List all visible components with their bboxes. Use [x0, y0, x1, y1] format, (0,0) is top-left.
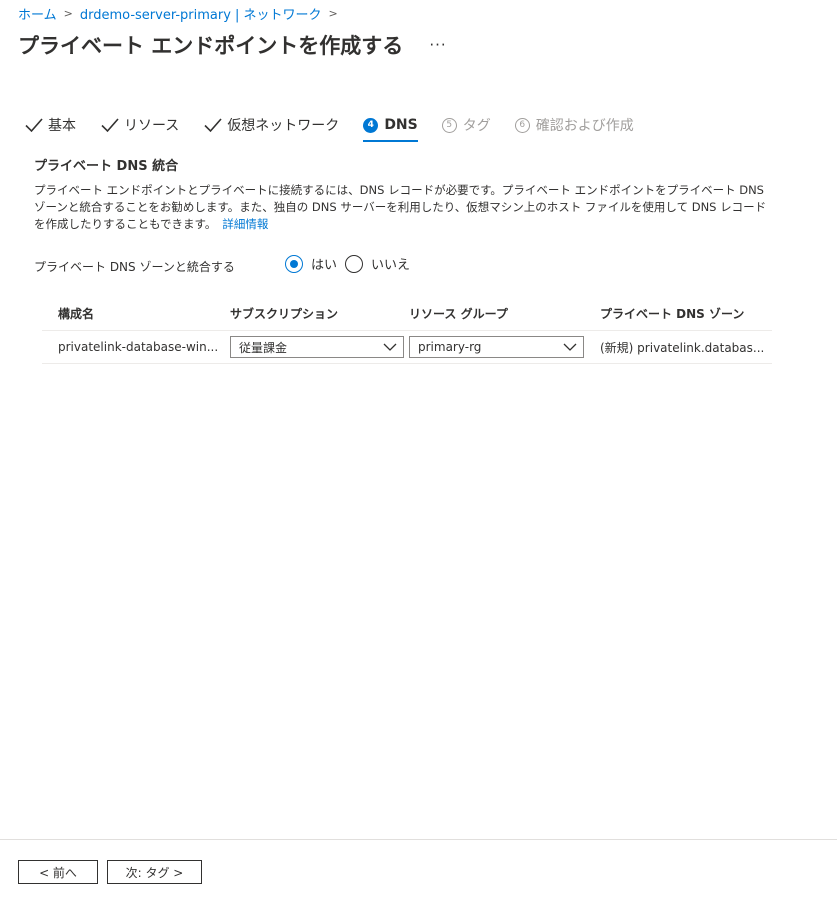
radio-no[interactable]: いいえ	[345, 254, 410, 273]
chevron-down-icon	[383, 343, 397, 351]
column-header-resource-group: リソース グループ	[409, 306, 508, 321]
tab-dns[interactable]: 4 DNS	[363, 112, 419, 142]
next-tags-button[interactable]: 次: タグ >	[107, 860, 202, 884]
tab-basics[interactable]: 基本	[24, 112, 76, 138]
chevron-right-icon: >	[328, 6, 338, 20]
column-header-dns-zone: プライベート DNS ゾーン	[600, 306, 745, 321]
tab-tags[interactable]: 5 タグ	[441, 112, 491, 138]
section-title: プライベート DNS 統合	[34, 159, 179, 174]
integrate-dns-radio-group: プライベート DNS ゾーンと統合する はい いいえ	[34, 254, 454, 276]
tab-basics-label: 基本	[48, 118, 76, 134]
checkmark-icon	[101, 118, 119, 133]
tab-tags-label: タグ	[462, 118, 491, 134]
subscription-value: 従量課金	[239, 340, 288, 355]
radio-checked-icon	[285, 254, 303, 273]
table-header: 構成名 サブスクリプション リソース グループ プライベート DNS ゾーン	[42, 296, 772, 331]
step-number-badge: 6	[514, 117, 530, 133]
page-title: プライベート エンドポイントを作成する	[18, 34, 404, 58]
learn-more-link[interactable]: 詳細情報	[222, 217, 268, 231]
radio-unchecked-icon	[345, 254, 363, 273]
section-description: プライベート エンドポイントとプライベートに接続するには、DNS レコードが必要…	[34, 182, 776, 233]
previous-button[interactable]: < 前へ	[18, 860, 98, 884]
resource-group-value: primary-rg	[418, 340, 482, 354]
subscription-dropdown[interactable]: 従量課金	[230, 336, 404, 358]
chevron-right-icon: >	[63, 6, 73, 20]
checkmark-icon	[25, 118, 43, 133]
radio-yes[interactable]: はい	[285, 254, 337, 273]
tab-resource-label: リソース	[124, 118, 180, 134]
breadcrumb: ホーム > drdemo-server-primary | ネットワーク >	[18, 4, 345, 23]
radio-yes-label: はい	[311, 258, 338, 273]
step-number-badge: 5	[441, 117, 457, 133]
radio-no-label: いいえ	[371, 258, 411, 273]
description-text: プライベート エンドポイントとプライベートに接続するには、DNS レコードが必要…	[34, 183, 767, 231]
tab-review-create-label: 確認および作成	[535, 118, 634, 134]
footer-divider	[0, 839, 837, 840]
chevron-down-icon	[563, 343, 577, 351]
dns-zone-cell: (新規) privatelink.databas...	[600, 340, 765, 355]
tab-resource[interactable]: リソース	[100, 112, 179, 138]
wizard-steps: 基本 リソース 仮想ネットワーク 4 DNS 5 タグ 6 確認および作成	[24, 112, 658, 142]
step-number-badge: 4	[363, 117, 379, 133]
tab-virtual-network[interactable]: 仮想ネットワーク	[203, 112, 339, 138]
resource-group-dropdown[interactable]: primary-rg	[409, 336, 584, 358]
breadcrumb-server-networking-link[interactable]: drdemo-server-primary | ネットワーク	[80, 4, 322, 23]
title-row: プライベート エンドポイントを作成する ···	[18, 30, 447, 60]
integrate-dns-label: プライベート DNS ゾーンと統合する	[34, 260, 235, 274]
column-header-config-name: 構成名	[58, 306, 95, 321]
dns-config-table: 構成名 サブスクリプション リソース グループ プライベート DNS ゾーン p…	[42, 296, 772, 364]
tab-review-create[interactable]: 6 確認および作成	[514, 112, 634, 138]
more-options-icon[interactable]: ···	[429, 36, 446, 54]
column-header-subscription: サブスクリプション	[230, 306, 339, 321]
table-row: privatelink-database-win... 従量課金 primary…	[42, 331, 772, 364]
breadcrumb-home-link[interactable]: ホーム	[18, 4, 57, 23]
checkmark-icon	[204, 118, 222, 133]
tab-virtual-network-label: 仮想ネットワーク	[227, 118, 340, 134]
config-name-cell: privatelink-database-win...	[58, 340, 219, 354]
tab-dns-label: DNS	[384, 117, 418, 133]
